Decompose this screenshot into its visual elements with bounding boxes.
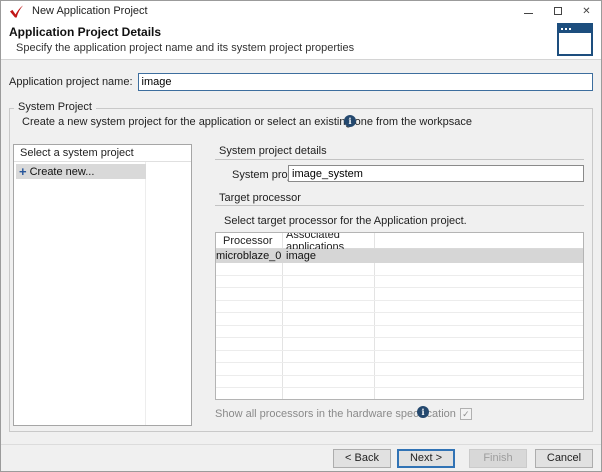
page-subtitle: Specify the application project name and… <box>16 42 354 54</box>
page-title: Application Project Details <box>9 25 161 39</box>
cell-applications: image <box>282 250 316 262</box>
wizard-window-icon <box>557 23 593 56</box>
minimize-button[interactable] <box>514 1 543 21</box>
system-project-group-label: System Project <box>14 101 96 113</box>
table-row-empty <box>216 351 583 364</box>
info-icon[interactable]: i <box>344 115 356 127</box>
title-bar: New Application Project ✕ <box>1 1 601 21</box>
system-name-input[interactable] <box>288 165 584 182</box>
table-row-empty <box>216 276 583 289</box>
maximize-button[interactable] <box>543 1 572 21</box>
processor-table[interactable]: Processor Associated applications microb… <box>215 232 584 400</box>
xilinx-logo-icon <box>9 5 24 18</box>
system-project-list[interactable]: Select a system project + Create new... <box>13 144 192 426</box>
table-row-empty <box>216 338 583 351</box>
table-header-row: Processor Associated applications <box>216 233 583 249</box>
finish-button: Finish <box>469 449 527 468</box>
table-row-empty <box>216 263 583 276</box>
application-name-input[interactable] <box>138 73 593 91</box>
system-project-group: System Project Create a new system proje… <box>9 108 593 432</box>
plus-icon: + <box>19 165 27 178</box>
list-column-separator <box>145 145 146 425</box>
button-bar: < Back Next > Finish Cancel <box>1 444 601 471</box>
cell-processor: microblaze_0 <box>216 250 282 262</box>
table-row-empty <box>216 363 583 376</box>
show-all-processors-checkbox[interactable]: ✓ <box>460 408 472 420</box>
table-row-selected[interactable]: microblaze_0 image <box>216 249 583 263</box>
table-row-empty <box>216 326 583 339</box>
details-divider <box>215 159 584 160</box>
table-row-empty <box>216 301 583 314</box>
list-item-create-new[interactable]: + Create new... <box>16 164 146 179</box>
system-project-description: Create a new system project for the appl… <box>22 116 472 128</box>
table-row-empty <box>216 388 583 400</box>
back-button[interactable]: < Back <box>333 449 391 468</box>
next-button[interactable]: Next > <box>397 449 455 468</box>
target-processor-label: Target processor <box>219 192 301 204</box>
column-header-processor[interactable]: Processor <box>216 235 282 247</box>
details-section-label: System project details <box>219 145 327 157</box>
close-button[interactable]: ✕ <box>572 1 601 21</box>
window-title: New Application Project <box>32 5 148 17</box>
dialog-body: Application project name: System Project… <box>1 60 601 444</box>
table-row-empty <box>216 288 583 301</box>
system-project-details-panel: System project details System project na… <box>215 141 590 424</box>
list-header: Select a system project <box>14 145 191 162</box>
target-divider <box>215 205 584 206</box>
table-row-empty <box>216 376 583 389</box>
new-application-project-dialog: New Application Project ✕ Application Pr… <box>0 0 602 472</box>
cancel-button[interactable]: Cancel <box>535 449 593 468</box>
application-name-label: Application project name: <box>9 76 133 88</box>
show-all-processors-row: Show all processors in the hardware spec… <box>215 408 472 420</box>
table-row-empty <box>216 313 583 326</box>
create-new-label: Create new... <box>30 166 95 178</box>
window-controls: ✕ <box>514 1 601 21</box>
info-icon[interactable]: i <box>417 406 429 418</box>
target-description: Select target processor for the Applicat… <box>224 215 467 227</box>
application-name-row: Application project name: <box>9 73 593 91</box>
wizard-header: Application Project Details Specify the … <box>1 21 601 60</box>
